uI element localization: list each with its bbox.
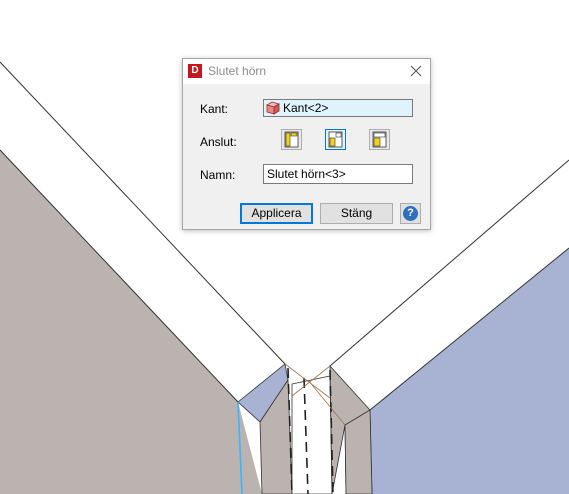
anslut-option-1[interactable] — [281, 129, 302, 150]
anslut-label: Anslut: — [200, 135, 237, 149]
kant-field[interactable]: Kant<2> — [263, 99, 413, 117]
namn-label: Namn: — [200, 168, 236, 182]
closed-corner-dialog: D Slutet hörn Kant: Kant<2> Anslut: Namn… — [182, 58, 431, 230]
kant-value: Kant<2> — [283, 101, 329, 115]
apply-button[interactable]: Applicera — [240, 203, 313, 224]
kant-label: Kant: — [200, 102, 229, 116]
anslut-option-2[interactable] — [325, 129, 346, 150]
namn-input[interactable]: Slutet hörn<3> — [263, 164, 413, 184]
anslut-option-3[interactable] — [369, 129, 390, 150]
close-button[interactable]: Stäng — [320, 203, 393, 224]
app-logo-icon: D — [188, 64, 202, 78]
close-icon[interactable] — [409, 64, 423, 78]
dialog-title: Slutet hörn — [208, 64, 267, 78]
dialog-titlebar[interactable]: D Slutet hörn — [183, 59, 430, 84]
edge-cube-icon — [266, 101, 280, 115]
namn-value: Slutet hörn<3> — [267, 167, 346, 181]
help-button[interactable]: ? — [400, 203, 421, 224]
corner-right-inner-face — [344, 409, 373, 494]
help-icon: ? — [403, 206, 418, 221]
corner-center-strip — [291, 375, 333, 494]
